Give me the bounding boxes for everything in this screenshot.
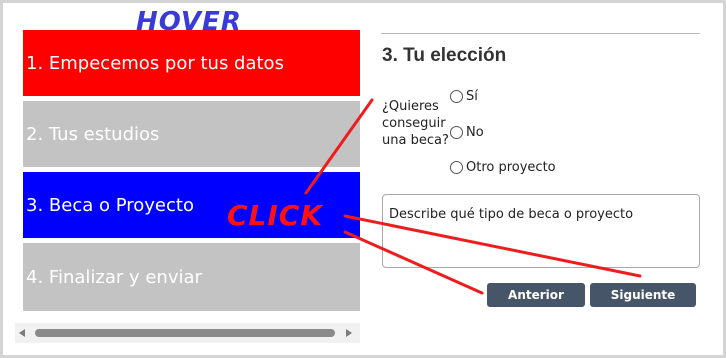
step-1-datos[interactable]: 1. Empecemos por tus datos bbox=[23, 30, 360, 96]
scroll-left-arrow-icon[interactable] bbox=[19, 329, 25, 337]
step-4-finalizar[interactable]: 4. Finalizar y enviar bbox=[23, 243, 360, 311]
beca-question-label: ¿Quieres conseguir una beca? bbox=[382, 99, 449, 148]
click-annotation: CLICK bbox=[227, 199, 324, 232]
option-otro-proyecto-label: Otro proyecto bbox=[466, 160, 556, 175]
anterior-button[interactable]: Anterior bbox=[487, 283, 585, 307]
option-no-label: No bbox=[466, 125, 484, 140]
radio-si[interactable] bbox=[450, 90, 463, 103]
scroll-right-arrow-icon[interactable] bbox=[346, 329, 352, 337]
horizontal-scrollbar[interactable] bbox=[15, 323, 360, 343]
radio-no[interactable] bbox=[450, 126, 463, 139]
section-title: 3. Tu elección bbox=[382, 45, 507, 66]
section-divider bbox=[381, 33, 700, 34]
option-si[interactable]: Sí bbox=[450, 89, 478, 104]
siguiente-button[interactable]: Siguiente bbox=[590, 283, 696, 307]
window-frame: 1. Empecemos por tus datos 2. Tus estudi… bbox=[0, 0, 726, 358]
option-otro-proyecto[interactable]: Otro proyecto bbox=[450, 160, 556, 175]
option-si-label: Sí bbox=[466, 89, 478, 104]
step-2-estudios[interactable]: 2. Tus estudios bbox=[23, 101, 360, 167]
hover-annotation: HOVER bbox=[136, 7, 242, 37]
scrollbar-thumb[interactable] bbox=[35, 329, 335, 337]
radio-otro-proyecto[interactable] bbox=[450, 161, 463, 174]
beca-description-textarea[interactable]: Describe qué tipo de beca o proyecto bbox=[382, 194, 700, 268]
option-no[interactable]: No bbox=[450, 125, 484, 140]
